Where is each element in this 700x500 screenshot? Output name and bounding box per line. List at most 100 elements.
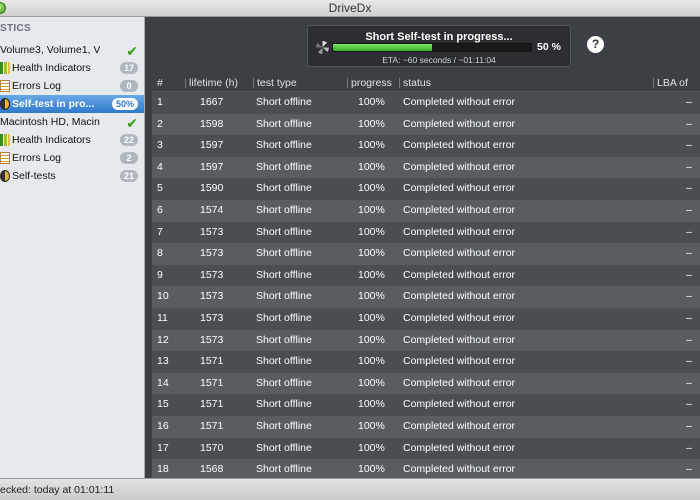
- cell-lba: –: [686, 333, 692, 346]
- table-row[interactable]: 7 1573 Short offline 100% Completed without …: [152, 221, 700, 244]
- table-row[interactable]: 14 1571 Short offline 100% Completed without…: [152, 372, 700, 395]
- cell-number: 12: [157, 333, 169, 346]
- sidebar-item-label: Self-tests: [12, 170, 56, 182]
- cell-lifetime: 1573: [200, 247, 224, 260]
- cell-status: Completed without error: [403, 268, 516, 281]
- count-badge: 22: [119, 134, 138, 146]
- status-bar: ecked: today at 01:01:11: [0, 478, 700, 500]
- table-row[interactable]: 9 1573 Short offline 100% Completed without …: [152, 264, 700, 287]
- health-bars-icon: [0, 62, 10, 74]
- errors-log-icon: [0, 80, 10, 92]
- cell-lba: –: [686, 139, 692, 152]
- cell-progress: 100%: [358, 96, 385, 108]
- cell-test-type: Short offline: [256, 333, 312, 346]
- table-row[interactable]: 1 1667 Short offline 100% Completed without …: [152, 92, 700, 114]
- table-row[interactable]: 8 1573 Short offline 100% Completed without …: [152, 243, 700, 265]
- table-row[interactable]: 13 1571 Short offline 100% Completed without…: [152, 351, 700, 373]
- sidebar-item-label: Health Indicators: [12, 62, 91, 74]
- sidebar-item-errors-log[interactable]: Errors Log 0: [0, 77, 144, 95]
- cell-test-type: Short offline: [256, 225, 312, 238]
- sidebar-volume-1[interactable]: Volume3, Volume1, Vol... ✔: [0, 41, 144, 59]
- help-button[interactable]: ?: [587, 36, 604, 53]
- cell-lifetime: 1571: [200, 419, 224, 432]
- self-test-progress-panel: Short Self-test in progress... 50 % ETA:…: [307, 25, 571, 67]
- cell-number: 15: [157, 398, 169, 411]
- column-header-lifetime[interactable]: lifetime (h): [184, 74, 238, 92]
- column-header-progress[interactable]: progress: [347, 74, 392, 92]
- column-header-status[interactable]: status: [398, 74, 431, 92]
- table-row[interactable]: 11 1573 Short offline 100% Completed without…: [152, 307, 700, 330]
- table-row[interactable]: 12 1573 Short offline 100% Completed without…: [152, 329, 700, 352]
- cell-status: Completed without error: [403, 376, 516, 389]
- cell-status: Completed without error: [403, 160, 516, 173]
- cell-status: Completed without error: [403, 182, 516, 195]
- cell-progress: 100%: [358, 333, 385, 346]
- cell-test-type: Short offline: [256, 376, 312, 389]
- sidebar-volume-label: Volume3, Volume1, Vol...: [0, 44, 100, 56]
- table-row[interactable]: 17 1570 Short offline 100% Completed without…: [152, 437, 700, 460]
- cell-lifetime: 1598: [200, 117, 224, 130]
- cell-lba: –: [686, 290, 692, 303]
- table-row[interactable]: 6 1574 Short offline 100% Completed without …: [152, 199, 700, 222]
- table-row[interactable]: 5 1590 Short offline 100% Completed without …: [152, 178, 700, 200]
- cell-lifetime: 1573: [200, 333, 224, 346]
- cell-test-type: Short offline: [256, 247, 312, 260]
- cell-progress: 100%: [358, 182, 385, 195]
- cell-lba: –: [686, 247, 692, 260]
- table-row[interactable]: 3 1597 Short offline 100% Completed without …: [152, 135, 700, 157]
- cell-status: Completed without error: [403, 290, 516, 303]
- self-test-icon: [0, 98, 10, 110]
- cell-lba: –: [686, 203, 692, 216]
- cell-lifetime: 1590: [200, 182, 224, 195]
- cell-test-type: Short offline: [256, 355, 312, 368]
- table-row[interactable]: 10 1573 Short offline 100% Completed without…: [152, 286, 700, 308]
- sidebar-item-errors-log[interactable]: Errors Log 2: [0, 149, 144, 167]
- count-badge: 2: [120, 152, 138, 164]
- cell-progress: 100%: [358, 290, 385, 303]
- cell-progress: 100%: [358, 268, 385, 281]
- cell-lba: –: [686, 160, 692, 173]
- cell-status: Completed without error: [403, 96, 516, 108]
- cell-test-type: Short offline: [256, 160, 312, 173]
- cell-progress: 100%: [358, 376, 385, 389]
- cell-lba: –: [686, 441, 692, 454]
- cell-lifetime: 1570: [200, 441, 224, 454]
- sidebar-volume-2[interactable]: Macintosh HD, Macintos... ✔: [0, 113, 144, 131]
- cell-lba: –: [686, 355, 692, 368]
- cell-lba: –: [686, 398, 692, 411]
- sidebar: STICS Volume3, Volume1, Vol... ✔ Health …: [0, 17, 145, 478]
- cell-lifetime: 1597: [200, 160, 224, 173]
- column-header-number[interactable]: #: [157, 74, 163, 92]
- cell-number: 13: [157, 355, 169, 368]
- cell-status: Completed without error: [403, 117, 516, 130]
- sidebar-item-health-indicators[interactable]: Health Indicators 22: [0, 131, 144, 149]
- cell-status: Completed without error: [403, 398, 516, 411]
- sidebar-item-health-indicators[interactable]: Health Indicators 17: [0, 59, 144, 77]
- cell-lifetime: 1667: [200, 96, 224, 108]
- sidebar-item-self-test-progress[interactable]: Self-test in pro... 50%: [0, 95, 144, 113]
- sidebar-header: STICS: [0, 23, 31, 34]
- table-row[interactable]: 15 1571 Short offline 100% Completed without…: [152, 394, 700, 416]
- cell-lba: –: [686, 268, 692, 281]
- sidebar-item-label: Self-test in pro...: [12, 98, 95, 110]
- sidebar-item-self-tests[interactable]: Self-tests 21: [0, 167, 144, 185]
- cell-status: Completed without error: [403, 225, 516, 238]
- cell-number: 16: [157, 419, 169, 432]
- table-row[interactable]: 16 1571 Short offline 100% Completed without…: [152, 415, 700, 438]
- column-header-test-type[interactable]: test type: [253, 74, 297, 92]
- window-zoom-button[interactable]: [0, 2, 6, 14]
- cell-test-type: Short offline: [256, 182, 312, 195]
- cell-status: Completed without error: [403, 355, 516, 368]
- cell-number: 5: [157, 182, 163, 195]
- cell-lba: –: [686, 376, 692, 389]
- cell-lba: –: [686, 182, 692, 195]
- window-title: DriveDx: [328, 1, 372, 15]
- cell-test-type: Short offline: [256, 441, 312, 454]
- cell-test-type: Short offline: [256, 139, 312, 152]
- table-row[interactable]: 2 1598 Short offline 100% Completed without …: [152, 113, 700, 136]
- cell-number: 17: [157, 441, 169, 454]
- progress-title: Short Self-test in progress...: [365, 31, 513, 43]
- title-bar: DriveDx: [0, 0, 700, 17]
- self-test-icon: [0, 170, 10, 182]
- table-row[interactable]: 4 1597 Short offline 100% Completed without …: [152, 156, 700, 179]
